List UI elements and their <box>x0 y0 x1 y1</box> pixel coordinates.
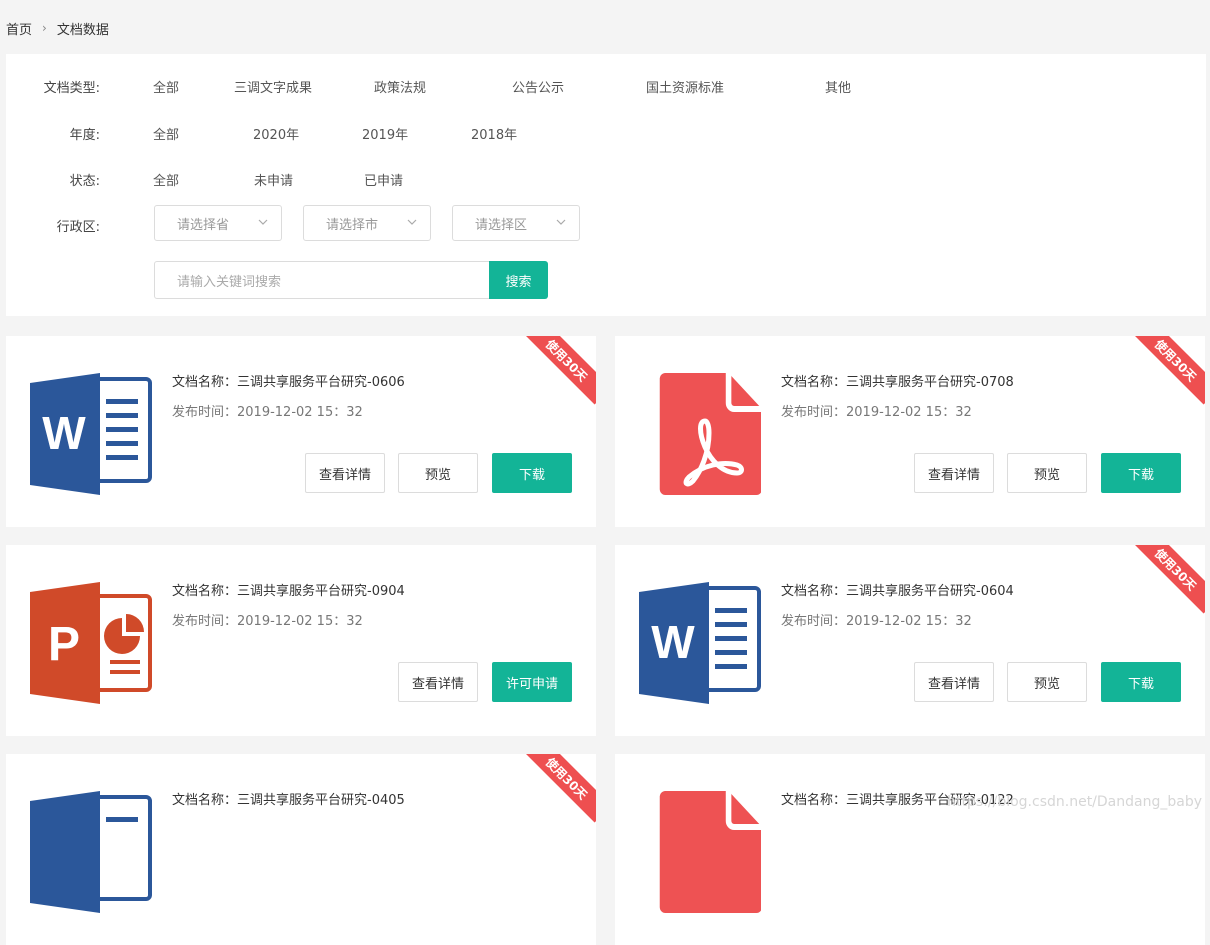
search-placeholder: 请输入关键词搜索 <box>177 274 282 290</box>
usage-ribbon: 使用30天 <box>1131 336 1205 405</box>
ppt-file-icon: P <box>30 582 152 704</box>
doc-type-option-policy[interactable]: 政策法规 <box>374 77 426 96</box>
search-input[interactable]: 请输入关键词搜索 <box>154 261 490 299</box>
usage-ribbon: 使用30天 <box>522 336 596 405</box>
city-select-placeholder: 请选择市 <box>326 217 379 233</box>
chevron-down-icon <box>407 219 417 225</box>
word-file-icon: W <box>639 582 761 704</box>
region-label: 行政区: <box>56 220 100 235</box>
document-card: 文档名称：三调共享服务平台研究-0122 <box>615 754 1205 945</box>
doc-type-label: 文档类型: <box>43 81 100 96</box>
publish-time: 发布时间：2019-12-02 15：32 <box>172 614 363 629</box>
publish-time: 发布时间：2019-12-02 15：32 <box>781 614 972 629</box>
pdf-file-icon <box>659 791 761 913</box>
publish-time: 发布时间：2019-12-02 15：32 <box>781 405 972 420</box>
word-file-icon: W <box>30 373 152 495</box>
city-select[interactable]: 请选择市 <box>303 205 431 241</box>
document-name: 文档名称：三调共享服务平台研究-0604 <box>781 584 1014 599</box>
doc-type-option-notice[interactable]: 公告公示 <box>512 77 564 96</box>
license-apply-button[interactable]: 许可申请 <box>492 662 572 702</box>
status-label: 状态: <box>69 174 100 189</box>
chevron-down-icon <box>258 219 268 225</box>
document-name: 文档名称：三调共享服务平台研究-0405 <box>172 793 405 808</box>
document-card: P 文档名称：三调共享服务平台研究-0904 发布时间：2019-12-02 1… <box>6 545 596 736</box>
breadcrumb-current: 文档数据 <box>56 22 109 38</box>
province-select[interactable]: 请选择省 <box>154 205 282 241</box>
svg-text:W: W <box>42 407 86 459</box>
preview-button[interactable]: 预览 <box>1007 662 1087 702</box>
breadcrumb-home[interactable]: 首页 <box>6 19 32 38</box>
doc-type-option-all[interactable]: 全部 <box>153 77 179 96</box>
preview-button[interactable]: 预览 <box>1007 453 1087 493</box>
download-button[interactable]: 下载 <box>492 453 572 493</box>
year-label: 年度: <box>69 128 100 143</box>
province-select-placeholder: 请选择省 <box>177 217 230 233</box>
status-option-all[interactable]: 全部 <box>153 170 179 189</box>
view-details-button[interactable]: 查看详情 <box>914 453 994 493</box>
pdf-file-icon <box>659 373 761 495</box>
year-option-2019[interactable]: 2019年 <box>362 124 408 143</box>
filter-panel: 文档类型: 全部 三调文字成果 政策法规 公告公示 国土资源标准 其他 年度: … <box>6 54 1206 316</box>
document-name: 文档名称：三调共享服务平台研究-0606 <box>172 375 405 390</box>
doc-type-option-text[interactable]: 三调文字成果 <box>234 77 312 96</box>
doc-type-option-standard[interactable]: 国土资源标准 <box>646 77 724 96</box>
document-card: W 文档名称：三调共享服务平台研究-0606 发布时间：2019-12-02 1… <box>6 336 596 527</box>
document-name: 文档名称：三调共享服务平台研究-0708 <box>781 375 1014 390</box>
document-name: 文档名称：三调共享服务平台研究-0904 <box>172 584 405 599</box>
year-option-2018[interactable]: 2018年 <box>471 124 517 143</box>
publish-time: 发布时间：2019-12-02 15：32 <box>172 405 363 420</box>
chevron-right-icon: › <box>42 21 47 35</box>
status-option-unapplied[interactable]: 未申请 <box>254 170 293 189</box>
view-details-button[interactable]: 查看详情 <box>914 662 994 702</box>
document-card: W 文档名称：三调共享服务平台研究-0604 发布时间：2019-12-02 1… <box>615 545 1205 736</box>
view-details-button[interactable]: 查看详情 <box>398 662 478 702</box>
year-option-all[interactable]: 全部 <box>153 124 179 143</box>
district-select[interactable]: 请选择区 <box>452 205 580 241</box>
search-button[interactable]: 搜索 <box>489 261 548 299</box>
document-card: 文档名称：三调共享服务平台研究-0405 使用30天 <box>6 754 596 945</box>
word-file-icon <box>30 791 152 913</box>
svg-text:P: P <box>48 618 80 671</box>
usage-ribbon: 使用30天 <box>522 754 596 823</box>
status-option-applied[interactable]: 已申请 <box>364 170 403 189</box>
doc-type-option-other[interactable]: 其他 <box>825 77 851 96</box>
chevron-down-icon <box>556 219 566 225</box>
district-select-placeholder: 请选择区 <box>475 217 528 233</box>
preview-button[interactable]: 预览 <box>398 453 478 493</box>
usage-ribbon: 使用30天 <box>1131 545 1205 614</box>
svg-text:W: W <box>651 616 695 668</box>
breadcrumb: 首页 › 文档数据 <box>6 18 109 38</box>
document-card: 文档名称：三调共享服务平台研究-0708 发布时间：2019-12-02 15：… <box>615 336 1205 527</box>
year-option-2020[interactable]: 2020年 <box>253 124 299 143</box>
download-button[interactable]: 下载 <box>1101 453 1181 493</box>
watermark: https://blog.csdn.net/Dandang_baby <box>947 794 1202 810</box>
download-button[interactable]: 下载 <box>1101 662 1181 702</box>
view-details-button[interactable]: 查看详情 <box>305 453 385 493</box>
